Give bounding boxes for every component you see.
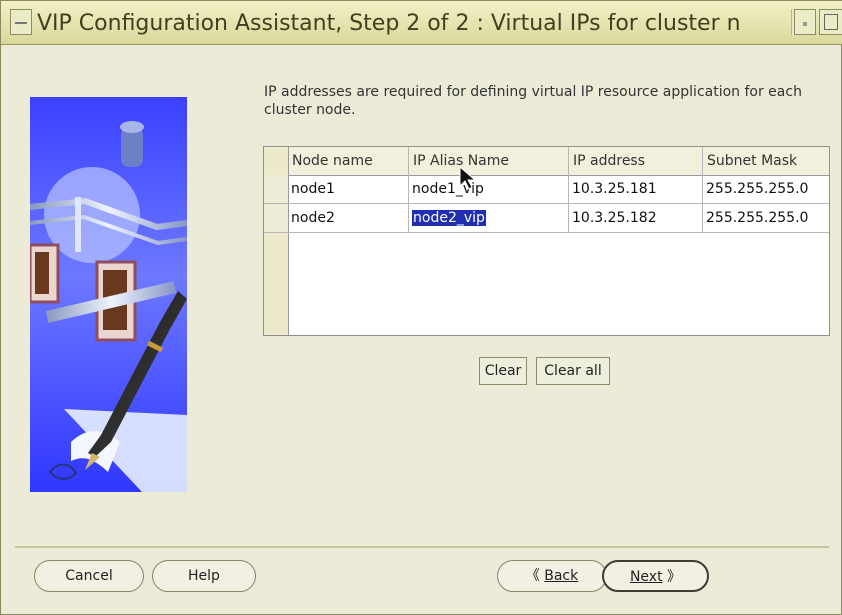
selected-alias-text[interactable]: node2_vip <box>412 210 486 226</box>
help-button[interactable]: Help <box>152 560 256 592</box>
cancel-button[interactable]: Cancel <box>34 560 144 592</box>
window-menu-button[interactable] <box>10 9 32 35</box>
node1-ip-cell[interactable]: 10.3.25.181 <box>569 175 703 204</box>
step-description: IP addresses are required for defining v… <box>264 84 802 118</box>
header-subnet-mask: Subnet Mask <box>707 153 798 169</box>
node1-name-cell[interactable]: node1 <box>288 175 409 204</box>
row-selector-2[interactable] <box>264 204 288 233</box>
next-button[interactable]: Next 》 <box>602 560 709 592</box>
node1-alias-cell[interactable]: node1_vip <box>409 175 569 204</box>
clear-button[interactable]: Clear <box>479 357 527 385</box>
virtual-ip-table[interactable]: Node name IP Alias Name IP address Subne… <box>263 146 830 336</box>
mouse-pointer-icon <box>459 166 476 190</box>
maximize-button[interactable] <box>819 9 842 35</box>
header-ip-address: IP address <box>569 147 703 175</box>
pen-server-illustration <box>30 97 187 492</box>
node2-subnet-cell[interactable]: 255.255.255.0 <box>703 204 829 233</box>
node2-alias-cell[interactable]: node2_vip <box>409 204 569 233</box>
footer-separator <box>15 546 829 548</box>
node1-subnet-cell[interactable]: 255.255.255.0 <box>703 175 829 204</box>
table-header-row: Node name IP Alias Name IP address Subne… <box>264 147 829 176</box>
node2-ip-cell[interactable]: 10.3.25.182 <box>569 204 703 233</box>
title-bar: VIP Configuration Assistant, Step 2 of 2… <box>1 1 842 45</box>
header-node-name: Node name <box>288 147 409 175</box>
node2-name-cell[interactable]: node2 <box>288 204 409 233</box>
window-title: VIP Configuration Assistant, Step 2 of 2… <box>37 11 741 36</box>
installer-illustration <box>30 97 187 492</box>
row-selector-1[interactable] <box>264 175 288 204</box>
clear-all-button[interactable]: Clear all <box>536 357 610 385</box>
chevron-right-icon: 》 <box>667 569 682 585</box>
header-ip-alias-name: IP Alias Name <box>409 147 569 175</box>
minimize-button[interactable] <box>794 9 816 35</box>
chevron-left-icon: 《 <box>525 568 540 584</box>
vip-configuration-window: VIP Configuration Assistant, Step 2 of 2… <box>0 0 842 615</box>
back-button[interactable]: 《 Back <box>497 560 607 592</box>
